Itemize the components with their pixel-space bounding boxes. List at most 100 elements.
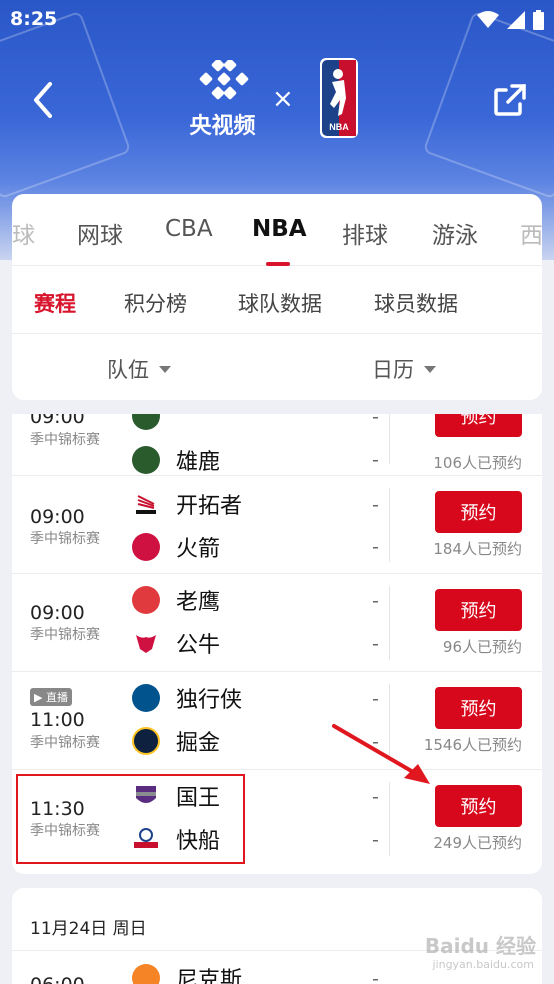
column-divider <box>389 782 390 856</box>
team-home: 独行侠 <box>132 682 242 714</box>
caret-down-icon <box>159 365 171 373</box>
signal-icon <box>507 11 525 29</box>
tab-nba[interactable]: NBA <box>252 216 307 242</box>
team-logo-nuggets <box>132 727 160 755</box>
team-name: 开拓者 <box>176 494 243 519</box>
score-home: - <box>372 968 379 984</box>
team-away: 火箭 <box>132 531 220 563</box>
tab-player-stats[interactable]: 球员数据 <box>374 288 458 318</box>
brand-name: 央视频 <box>189 114 256 139</box>
times-symbol: × <box>272 84 294 114</box>
team-dropdown[interactable]: 队伍 <box>107 354 171 384</box>
score-away: - <box>372 536 379 558</box>
team-name: 掘金 <box>176 731 221 756</box>
tab-cba[interactable]: CBA <box>165 216 213 242</box>
calendar-dropdown-label: 日历 <box>372 358 414 382</box>
team-name: 公牛 <box>176 633 221 658</box>
booked-count: 249人已预约 <box>433 834 522 852</box>
cctv-dots-icon <box>199 58 248 100</box>
column-divider <box>389 586 390 660</box>
tab-schedule[interactable]: 赛程 <box>34 288 76 318</box>
team-logo-rockets <box>132 533 160 561</box>
booked-count: 106人已预约 <box>433 454 522 472</box>
nba-logo: NBA <box>320 58 358 138</box>
filter-dropdowns: 队伍 日历 <box>12 334 542 400</box>
team-home <box>132 414 176 432</box>
team-home: 老鹰 <box>132 584 220 616</box>
sport-tabs: 球 网球 CBA NBA 排球 游泳 西 <box>12 194 542 266</box>
match-time: 09:00 <box>30 602 85 624</box>
column-divider <box>389 414 390 464</box>
annotation-highlight-box <box>16 774 245 864</box>
match-row: 09:00 季中锦标赛 开拓者 火箭 - - 预约 184人已预约 <box>12 476 542 574</box>
team-away: 掘金 <box>132 725 220 757</box>
status-time: 8:25 <box>10 8 58 30</box>
team-logo-hawks <box>132 586 160 614</box>
tab-swimming[interactable]: 游泳 <box>432 216 478 250</box>
booked-count: 96人已预约 <box>442 638 522 656</box>
book-button[interactable]: 预约 <box>435 785 522 827</box>
status-bar: 8:25 <box>0 0 554 40</box>
watermark: Baidu 经验 <box>424 934 536 958</box>
live-badge: ▶ 直播 <box>30 688 72 706</box>
match-time: 09:00 <box>30 506 85 528</box>
team-name: 尼克斯 <box>176 968 243 984</box>
team-logo-mavericks <box>132 684 160 712</box>
team-logo-blazers <box>132 490 160 518</box>
score-home: - <box>372 414 379 428</box>
match-time: 09:00 <box>30 414 85 428</box>
score-home: - <box>372 590 379 612</box>
cctv-video-logo: 央视频 <box>185 58 260 140</box>
filter-card: 球 网球 CBA NBA 排球 游泳 西 赛程 积分榜 球队数据 球员数据 队伍… <box>12 194 542 400</box>
header: 央视频 × NBA <box>0 50 554 150</box>
book-button[interactable]: 预约 <box>435 687 522 729</box>
team-dropdown-label: 队伍 <box>107 358 149 382</box>
live-badge-label: 直播 <box>45 691 68 704</box>
score-away: - <box>372 633 379 655</box>
match-time: 06:00 <box>30 974 85 984</box>
team-home: 开拓者 <box>132 488 242 520</box>
share-icon[interactable] <box>492 82 528 118</box>
match-stage: 季中锦标赛 <box>30 735 100 751</box>
tab-partial-ball[interactable]: 球 <box>12 216 35 250</box>
battery-icon <box>533 10 544 30</box>
tab-volleyball[interactable]: 排球 <box>342 216 388 250</box>
match-row: 09:00 季中锦标赛 老鹰 公牛 - - 预约 96人已预约 <box>12 574 542 672</box>
book-button[interactable]: 预约 <box>435 589 522 631</box>
team-name: 老鹰 <box>176 590 221 615</box>
team-logo-bulls <box>132 629 160 657</box>
annotation-arrow-icon <box>332 724 430 784</box>
sub-tabs: 赛程 积分榜 球队数据 球员数据 <box>12 266 542 334</box>
column-divider <box>389 488 390 562</box>
status-icons <box>477 10 544 30</box>
book-button[interactable]: 预约 <box>435 414 522 437</box>
match-time: 11:00 <box>30 709 85 731</box>
tab-team-stats[interactable]: 球队数据 <box>238 288 322 318</box>
wifi-icon <box>477 11 499 28</box>
match-row: 09:00 季中锦标赛 雄鹿 - - 预约 106人已预约 <box>12 414 542 476</box>
score-away: - <box>372 449 379 471</box>
team-home: 尼克斯 <box>132 962 242 984</box>
booked-count: 184人已预约 <box>433 540 522 558</box>
tab-tennis[interactable]: 网球 <box>77 216 123 250</box>
team-away: 雄鹿 <box>132 444 220 476</box>
caret-down-icon <box>424 365 436 373</box>
score-away: - <box>372 829 379 851</box>
tab-partial-west[interactable]: 西 <box>520 216 542 250</box>
score-home: - <box>372 494 379 516</box>
back-icon[interactable] <box>26 80 60 120</box>
calendar-dropdown[interactable]: 日历 <box>372 354 436 384</box>
team-logo <box>132 414 160 430</box>
team-logo-knicks <box>132 964 160 984</box>
match-stage: 季中锦标赛 <box>30 432 100 448</box>
date-label: 11月24日 周日 <box>30 919 147 939</box>
team-name: 火箭 <box>176 537 221 562</box>
score-home: - <box>372 688 379 710</box>
team-name: 独行侠 <box>176 688 243 713</box>
team-name: 雄鹿 <box>176 450 221 475</box>
match-stage: 季中锦标赛 <box>30 531 100 547</box>
watermark-url: jingyan.baidu.com <box>432 958 534 971</box>
tab-standings[interactable]: 积分榜 <box>124 288 187 318</box>
team-away: 公牛 <box>132 627 220 659</box>
book-button[interactable]: 预约 <box>435 491 522 533</box>
